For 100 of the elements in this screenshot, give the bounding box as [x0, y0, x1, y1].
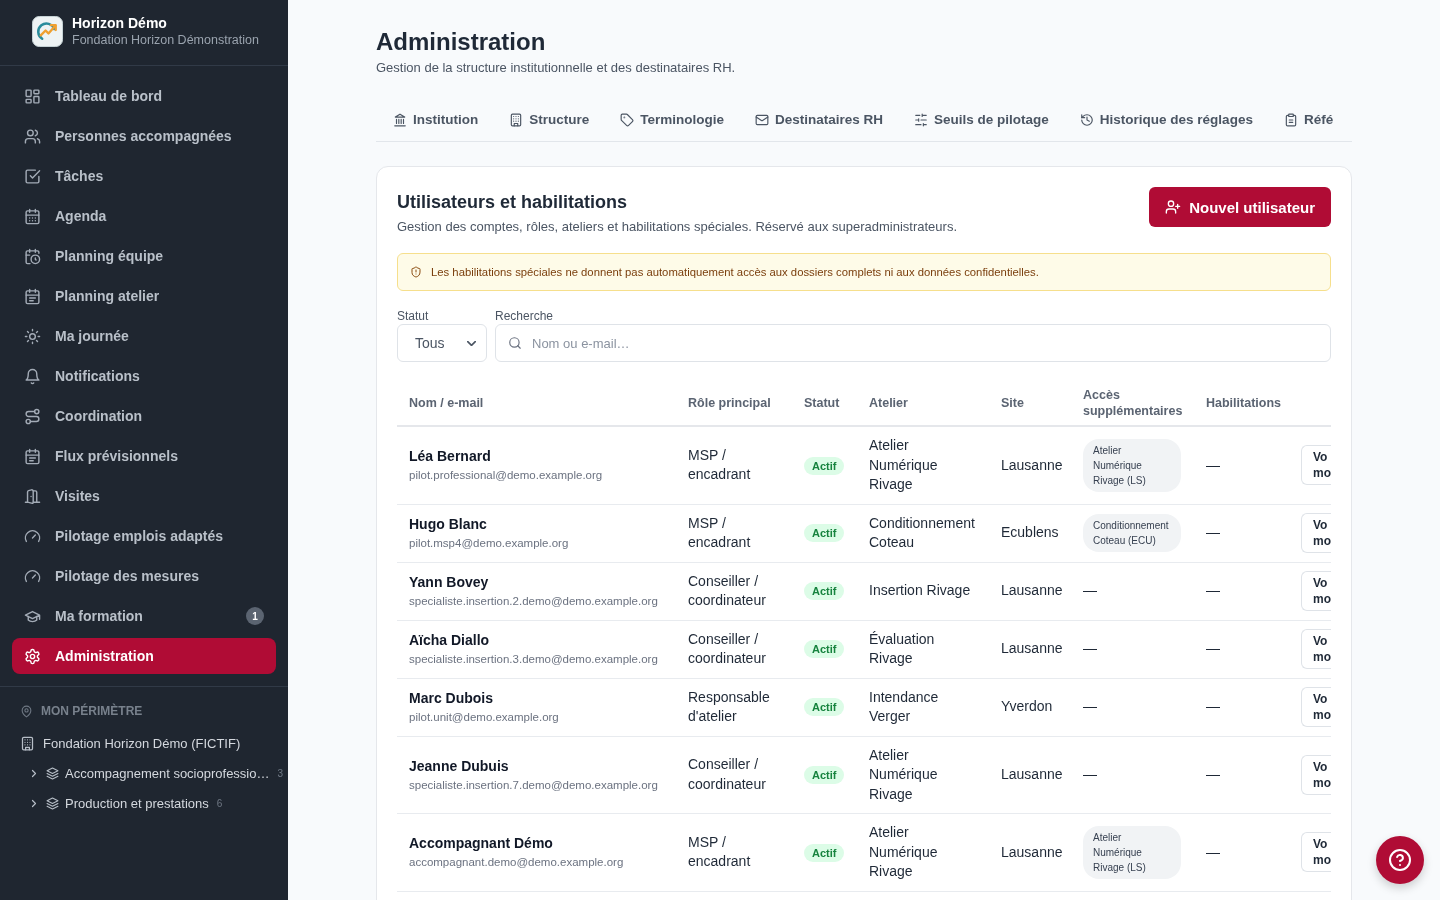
row-action-button[interactable]: Vo mo [1301, 687, 1331, 727]
search-icon [508, 336, 522, 350]
field-label: Recherche [495, 308, 555, 324]
column-header: Atelier [857, 381, 989, 426]
row-action-button[interactable]: Vo mo [1301, 445, 1331, 486]
section-heading: MON PÉRIMÈTRE [41, 703, 143, 719]
gauge-icon [24, 527, 41, 545]
table-cell: Lausanne [989, 620, 1071, 678]
tree-item[interactable]: Production et prestations 6 [20, 788, 288, 818]
page-subtitle: Gestion de la structure institutionnelle et des destinataires RH. [376, 59, 737, 77]
building-icon [509, 113, 524, 127]
building-icon [20, 735, 35, 751]
table-cell: — [1071, 562, 1194, 620]
table-cell: — [1194, 678, 1291, 736]
status-badge: Actif [804, 456, 845, 475]
user-name: Marc Dubois [409, 689, 494, 708]
table-cell: Responsable d'atelier [676, 678, 792, 736]
row-action-button[interactable]: Vo mo [1301, 832, 1331, 873]
table-cell: Conseiller / coordinateur [676, 562, 792, 620]
count-label: 3 [277, 767, 284, 779]
nav-item[interactable]: Personnes accompagnées [12, 118, 276, 154]
nav-item[interactable]: Coordination [12, 398, 276, 434]
table-cell: Conseiller / coordinateur [676, 620, 792, 678]
tab[interactable]: Destinataires RH [755, 100, 884, 142]
user-name: Léa Bernard [409, 447, 492, 467]
column-header: Habilitations [1194, 381, 1291, 426]
table-cell: Conseiller / coordinateur [676, 736, 792, 814]
row-action-button[interactable]: Vo mo [1301, 513, 1331, 553]
bell-icon [24, 367, 41, 385]
status-badge: Actif [804, 843, 845, 862]
calendar-icon [24, 447, 41, 465]
table-cell: — [1071, 678, 1194, 736]
user-email: specialiste.insertion.7.demo@demo.example.org [409, 777, 659, 793]
field-label: Statut [397, 308, 430, 324]
route-icon [24, 407, 41, 425]
nav-item[interactable]: Ma formation 1 [12, 598, 276, 634]
tree-item[interactable]: Fondation Horizon Démo (FICTIF) [20, 728, 288, 758]
count-badge: 1 [246, 607, 264, 625]
table-cell: Intendance Verger [857, 678, 989, 736]
table-cell: MSP / encadrant [676, 426, 792, 504]
column-header: Site [989, 381, 1071, 426]
nav-item[interactable]: Notifications [12, 358, 276, 394]
status-badge: Actif [804, 766, 845, 784]
nav-item[interactable]: Flux prévisionnels [12, 438, 276, 474]
organization-name: Fondation Horizon Démonstration [72, 31, 259, 49]
table-cell: — [1194, 813, 1291, 891]
column-header: Nom / e-mail [397, 381, 676, 426]
nav-item[interactable]: Pilotage emplois adaptés [12, 518, 276, 554]
gauge-icon [24, 567, 41, 585]
nav-item[interactable]: Planning atelier [12, 278, 276, 314]
tab[interactable]: Historique des réglages [1079, 100, 1253, 142]
row-action-button[interactable]: Vo mo [1301, 629, 1331, 669]
row-action-button[interactable]: Vo mo [1301, 754, 1331, 795]
nav-item[interactable]: Tableau de bord [12, 78, 276, 114]
table-cell: — [1194, 620, 1291, 678]
calendar-clock-icon [24, 247, 41, 265]
search-field[interactable]: Nom ou e-mail… [495, 324, 1331, 362]
user-email: specialiste.insertion.3.demo@demo.example.org [409, 652, 659, 667]
tab[interactable]: Réfé [1283, 100, 1334, 142]
users-icon [24, 127, 41, 145]
mail-icon [755, 113, 769, 127]
tab[interactable]: Terminologie [620, 100, 724, 142]
nav-item[interactable]: Ma journée [12, 318, 276, 354]
logo-icon [32, 16, 63, 47]
map-pin-icon [20, 704, 33, 718]
table-cell: Conditionnement Coteau [857, 504, 989, 562]
new-user-button[interactable]: Nouvel utilisateur [1149, 187, 1331, 227]
column-header: Rôle principal [676, 381, 792, 426]
user-name: Hugo Blanc [409, 515, 488, 534]
nav-item[interactable]: Pilotage des mesures [12, 558, 276, 594]
nav-item[interactable]: Tâches [12, 158, 276, 194]
access-tag: Atelier Numérique Rivage (LS) [1083, 438, 1181, 492]
table-cell: Atelier Numérique Rivage [857, 736, 989, 814]
notice-text: Les habilitations spéciales ne donnent pas automatiquement accès aux dossiers complets ni aux données confidentielles. [431, 265, 1039, 280]
help-icon [1389, 849, 1411, 871]
nav-item[interactable]: Planning équipe [12, 238, 276, 274]
nav-item[interactable]: Administration [12, 638, 276, 674]
tab[interactable]: Seuils de pilotage [914, 100, 1049, 142]
panel-title: Utilisateurs et habilitations [397, 191, 629, 214]
sun-icon [24, 327, 41, 345]
table-cell: — [1071, 620, 1194, 678]
help-button[interactable] [1376, 836, 1424, 884]
count-label: 6 [216, 797, 223, 809]
table-cell: — [1194, 426, 1291, 504]
nav-item[interactable]: Visites [12, 478, 276, 514]
table-cell: Atelier Numérique Rivage [857, 426, 989, 504]
tree-item[interactable]: Accompagnement socioprofessio… 3 [20, 758, 288, 788]
row-action-button[interactable]: Vo mo [1301, 571, 1331, 611]
panel-description: Gestion des comptes, rôles, ateliers et habilitations spéciales. Réservé aux superadministrateurs. [397, 218, 957, 236]
table-cell: MSP / encadrant [676, 813, 792, 891]
calendar-icon [24, 207, 41, 225]
tab[interactable]: Institution [393, 100, 479, 142]
nav-item[interactable]: Agenda [12, 198, 276, 234]
user-plus-icon [1165, 199, 1182, 215]
status-select[interactable]: Tous [397, 324, 487, 362]
table-cell: — [1071, 736, 1194, 814]
caret-icon [467, 340, 476, 346]
tab[interactable]: Structure [509, 100, 590, 142]
user-name: Jeanne Dubuis [409, 756, 510, 776]
landmark-icon [393, 113, 407, 127]
